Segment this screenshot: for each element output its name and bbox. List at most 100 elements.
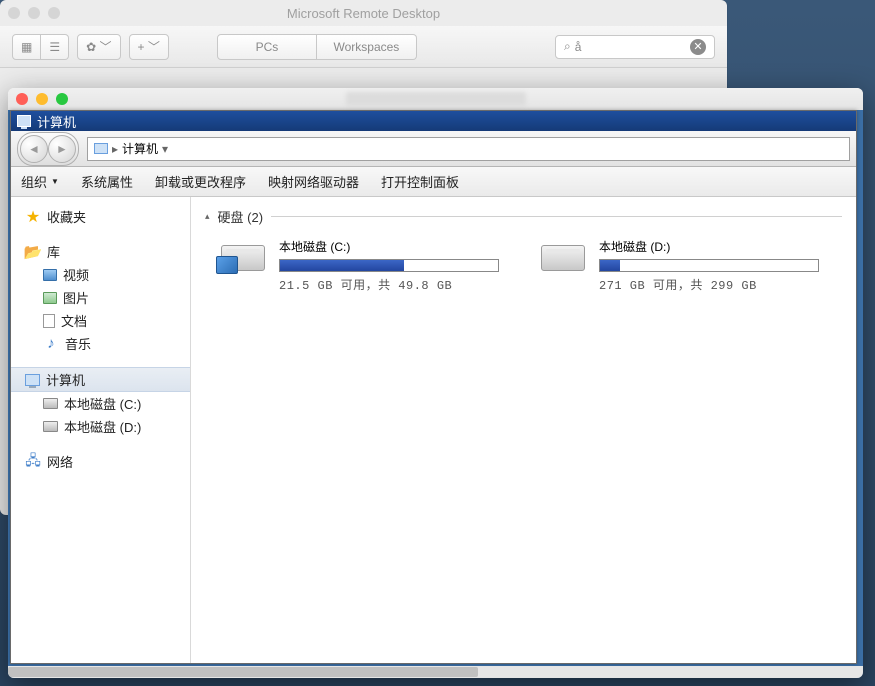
sidebar-video[interactable]: 视频 bbox=[11, 263, 190, 286]
sidebar-music[interactable]: ♪ 音乐 bbox=[11, 332, 190, 355]
drive-name: 本地磁盘 (C:) bbox=[279, 238, 515, 255]
back-button[interactable]: ◄ bbox=[20, 135, 48, 163]
drive-name: 本地磁盘 (D:) bbox=[599, 238, 835, 255]
collapse-icon[interactable]: ▴ bbox=[205, 211, 210, 222]
capacity-bar bbox=[599, 259, 819, 272]
sidebar-item-label: 网络 bbox=[47, 452, 73, 471]
clear-search-button[interactable]: ✕ bbox=[690, 39, 706, 55]
address-bar[interactable]: ▸ 计算机 ▾ bbox=[87, 137, 850, 161]
drive-c[interactable]: 本地磁盘 (C:) 21.5 GB 可用，共 49.8 GB bbox=[219, 238, 515, 293]
sidebar-network[interactable]: 🖧 网络 bbox=[11, 450, 190, 473]
disk-icon bbox=[43, 421, 58, 432]
remote-desktop-area: 计算机 ◄ ► ▸ 计算机 ▾ bbox=[8, 110, 863, 678]
cmd-control-panel[interactable]: 打开控制面板 bbox=[381, 172, 459, 191]
rdp-session-window: 计算机 ◄ ► ▸ 计算机 ▾ bbox=[8, 88, 863, 678]
section-divider bbox=[271, 216, 842, 217]
arrow-right-icon: ► bbox=[56, 142, 68, 156]
list-icon: ☰ bbox=[49, 40, 60, 54]
drive-d[interactable]: 本地磁盘 (D:) 271 GB 可用，共 299 GB bbox=[539, 238, 835, 293]
sidebar-computer[interactable]: 计算机 bbox=[11, 367, 190, 392]
chevron-down-icon: ﹀ bbox=[100, 38, 112, 55]
cmd-uninstall[interactable]: 卸载或更改程序 bbox=[155, 172, 246, 191]
mac-window-title: Microsoft Remote Desktop bbox=[0, 6, 727, 21]
chevron-down-icon: ▼ bbox=[51, 177, 59, 186]
explorer-titlebar[interactable]: 计算机 bbox=[11, 111, 856, 131]
section-title: 硬盘 (2) bbox=[218, 207, 264, 226]
rdp-min-button[interactable] bbox=[36, 93, 48, 105]
sidebar-documents[interactable]: 文档 bbox=[11, 309, 190, 332]
grid-view-button[interactable]: ▦ bbox=[12, 34, 41, 60]
disk-icon bbox=[43, 398, 58, 409]
search-input[interactable]: ⌕ å ✕ bbox=[555, 35, 715, 59]
breadcrumb[interactable]: 计算机 bbox=[122, 140, 158, 157]
sidebar-disk-c[interactable]: 本地磁盘 (C:) bbox=[11, 392, 190, 415]
tab-pcs[interactable]: PCs bbox=[217, 34, 317, 60]
drive-free-text: 271 GB 可用，共 299 GB bbox=[599, 276, 835, 293]
sidebar-disk-d[interactable]: 本地磁盘 (D:) bbox=[11, 415, 190, 438]
scrollbar-thumb[interactable] bbox=[8, 667, 478, 677]
explorer-title-text: 计算机 bbox=[37, 112, 76, 131]
cmd-organize[interactable]: 组织 ▼ bbox=[21, 172, 59, 191]
video-icon bbox=[43, 269, 57, 281]
sidebar-item-label: 视频 bbox=[63, 265, 89, 284]
capacity-fill bbox=[280, 260, 404, 271]
sidebar-library[interactable]: 📂 库 bbox=[11, 240, 190, 263]
rdp-traffic-lights[interactable] bbox=[16, 93, 68, 105]
sidebar-item-label: 音乐 bbox=[65, 334, 91, 353]
explorer-sidebar: ★ 收藏夹 📂 库 视频 bbox=[11, 197, 191, 663]
mac-toolbar: ▦ ☰ ✿ ﹀ + ﹀ PCs Workspaces ⌕ å ✕ bbox=[0, 26, 727, 68]
horizontal-scrollbar[interactable] bbox=[8, 666, 863, 678]
cmd-organize-label: 组织 bbox=[21, 172, 47, 191]
capacity-fill bbox=[600, 260, 620, 271]
address-bar-row: ◄ ► ▸ 计算机 ▾ bbox=[11, 131, 856, 167]
forward-button[interactable]: ► bbox=[48, 135, 76, 163]
pictures-icon bbox=[43, 292, 57, 304]
drive-icon bbox=[219, 238, 267, 278]
settings-dropdown[interactable]: ✿ ﹀ bbox=[77, 34, 120, 60]
nav-buttons: ◄ ► bbox=[17, 132, 79, 166]
star-icon: ★ bbox=[25, 209, 41, 225]
plus-icon: + bbox=[138, 40, 145, 54]
computer-icon bbox=[94, 143, 108, 154]
search-icon: ⌕ bbox=[564, 39, 571, 54]
capacity-bar bbox=[279, 259, 499, 272]
arrow-left-icon: ◄ bbox=[28, 142, 40, 156]
network-icon: 🖧 bbox=[25, 454, 41, 470]
computer-icon bbox=[17, 115, 31, 127]
mac-titlebar: Microsoft Remote Desktop bbox=[0, 0, 727, 26]
cmd-map-drive[interactable]: 映射网络驱动器 bbox=[268, 172, 359, 191]
sidebar-pictures[interactable]: 图片 bbox=[11, 286, 190, 309]
explorer-main: ▴ 硬盘 (2) 本地磁盘 (C:) bbox=[191, 197, 856, 663]
sidebar-item-label: 收藏夹 bbox=[47, 207, 86, 226]
sidebar-item-label: 图片 bbox=[63, 288, 89, 307]
explorer-window: 计算机 ◄ ► ▸ 计算机 ▾ bbox=[10, 110, 857, 664]
section-header-hdd[interactable]: ▴ 硬盘 (2) bbox=[205, 207, 842, 226]
search-text: å bbox=[575, 40, 582, 54]
explorer-body: ★ 收藏夹 📂 库 视频 bbox=[11, 197, 856, 663]
chevron-down-icon: ﹀ bbox=[148, 38, 160, 55]
sidebar-item-label: 计算机 bbox=[46, 370, 85, 389]
rdp-zoom-button[interactable] bbox=[56, 93, 68, 105]
drive-free-text: 21.5 GB 可用，共 49.8 GB bbox=[279, 276, 515, 293]
breadcrumb-separator: ▸ bbox=[112, 142, 118, 156]
drives-list: 本地磁盘 (C:) 21.5 GB 可用，共 49.8 GB bbox=[205, 232, 842, 293]
cmd-system-properties[interactable]: 系统属性 bbox=[81, 172, 133, 191]
chevron-down-icon[interactable]: ▾ bbox=[162, 142, 168, 156]
document-icon bbox=[43, 314, 55, 328]
command-bar: 组织 ▼ 系统属性 卸载或更改程序 映射网络驱动器 打开控制面板 bbox=[11, 167, 856, 197]
rdp-close-button[interactable] bbox=[16, 93, 28, 105]
view-mode-segment[interactable]: ▦ ☰ bbox=[12, 34, 69, 60]
grid-icon: ▦ bbox=[21, 40, 32, 54]
rdp-titlebar bbox=[8, 88, 863, 110]
music-icon: ♪ bbox=[43, 336, 59, 352]
main-tabs: PCs Workspaces bbox=[217, 34, 417, 60]
sidebar-item-label: 文档 bbox=[61, 311, 87, 330]
list-view-button[interactable]: ☰ bbox=[41, 34, 69, 60]
gear-icon: ✿ bbox=[86, 40, 96, 54]
tab-workspaces[interactable]: Workspaces bbox=[317, 34, 417, 60]
add-dropdown[interactable]: + ﹀ bbox=[129, 34, 169, 60]
sidebar-favorites[interactable]: ★ 收藏夹 bbox=[11, 205, 190, 228]
sidebar-item-label: 库 bbox=[47, 242, 60, 261]
computer-icon bbox=[25, 374, 40, 386]
close-icon: ✕ bbox=[693, 40, 702, 53]
